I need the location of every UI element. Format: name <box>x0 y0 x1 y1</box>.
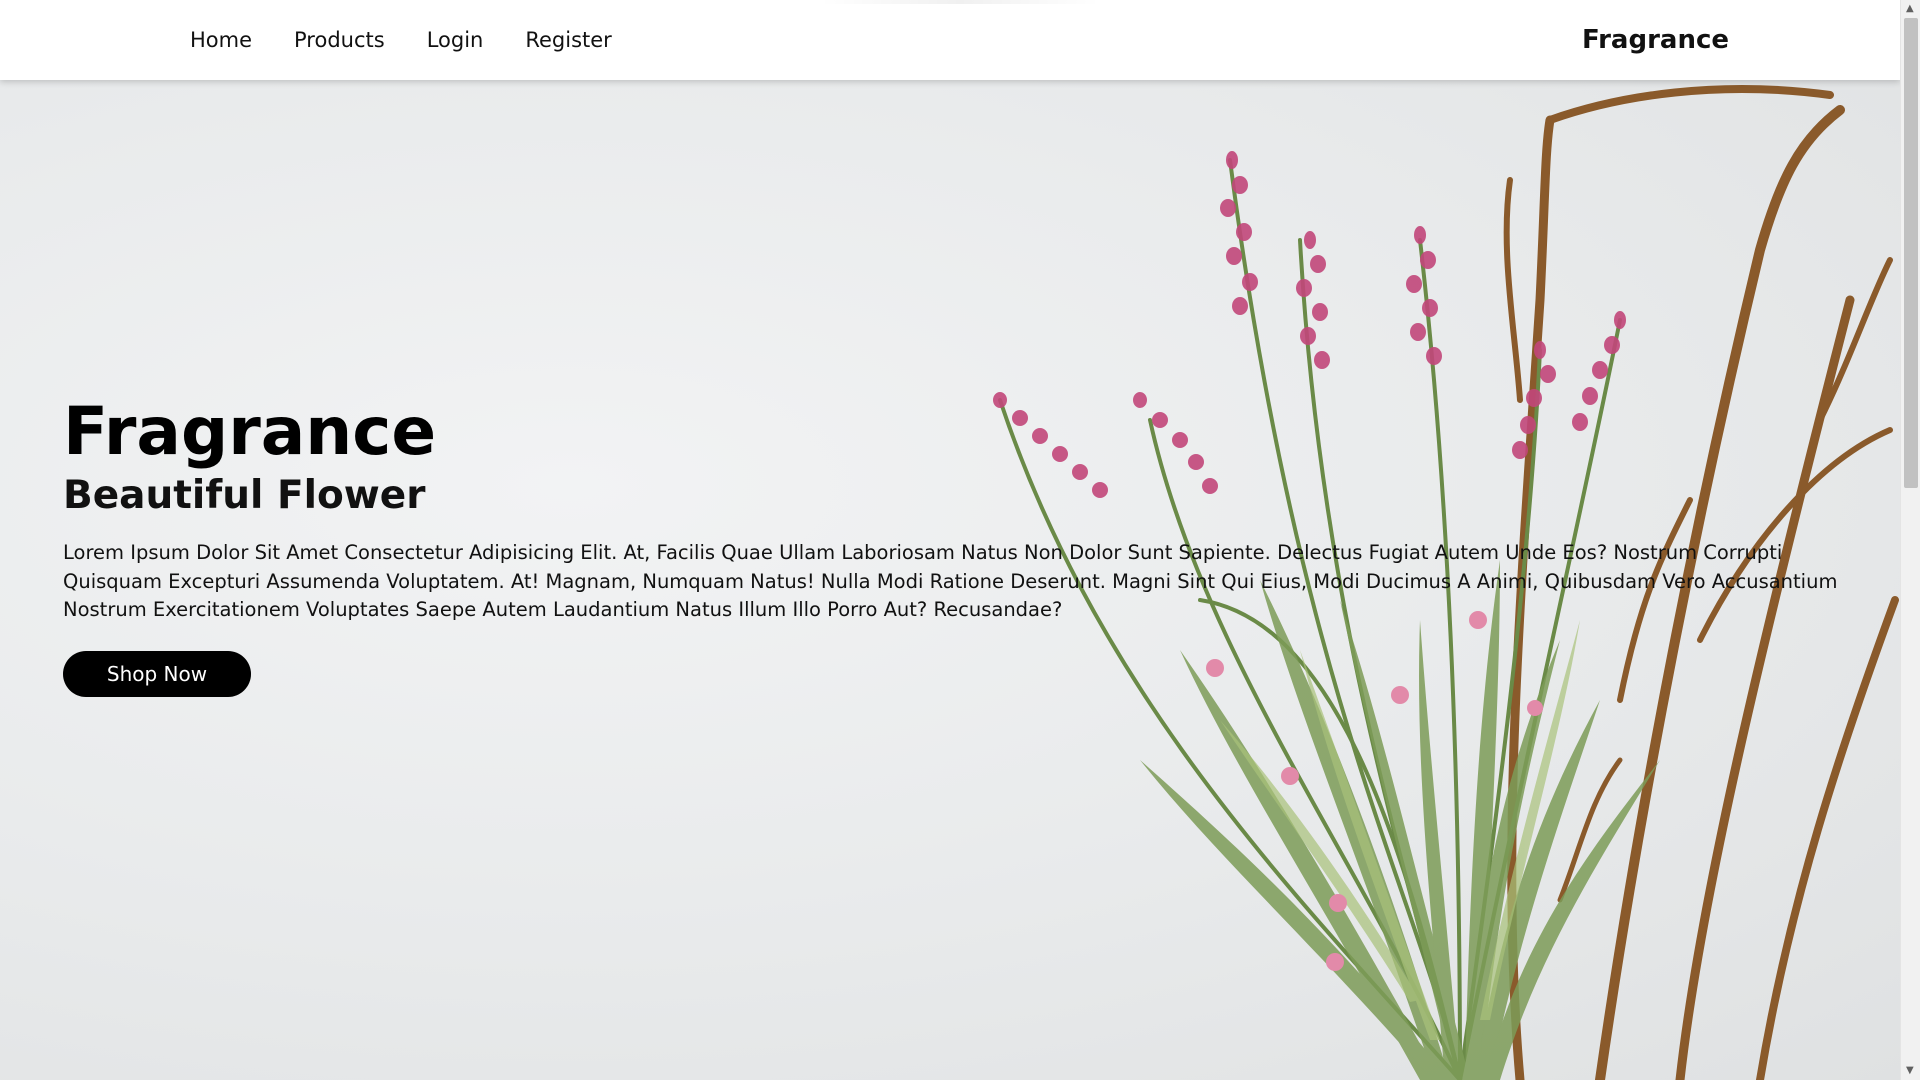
hero-subtitle: Beautiful Flower <box>63 472 426 518</box>
nav-links: Home Products Login Register <box>190 0 612 80</box>
nav-link-home[interactable]: Home <box>190 28 252 52</box>
nav-link-register[interactable]: Register <box>525 28 611 52</box>
top-shadow <box>820 0 1100 4</box>
nav-link-products[interactable]: Products <box>294 28 385 52</box>
scroll-up-icon[interactable]: ▲ <box>1906 4 1914 14</box>
scroll-thumb[interactable] <box>1904 18 1918 488</box>
hero-title: Fragrance <box>63 393 437 470</box>
page: Home Products Login Register Fragrance F… <box>0 0 1900 1080</box>
hero-section: Fragrance Beautiful Flower Lorem Ipsum D… <box>63 393 1863 697</box>
shop-now-button[interactable]: Shop Now <box>63 650 251 697</box>
hero-description: Lorem Ipsum Dolor Sit Amet Consectetur A… <box>63 541 1838 622</box>
navbar: Home Products Login Register Fragrance <box>0 0 1900 80</box>
brand-logo[interactable]: Fragrance <box>1582 0 1729 80</box>
vertical-scrollbar[interactable]: ▲ ▼ <box>1900 0 1920 1080</box>
nav-link-login[interactable]: Login <box>427 28 484 52</box>
scroll-down-icon[interactable]: ▼ <box>1906 1066 1914 1076</box>
